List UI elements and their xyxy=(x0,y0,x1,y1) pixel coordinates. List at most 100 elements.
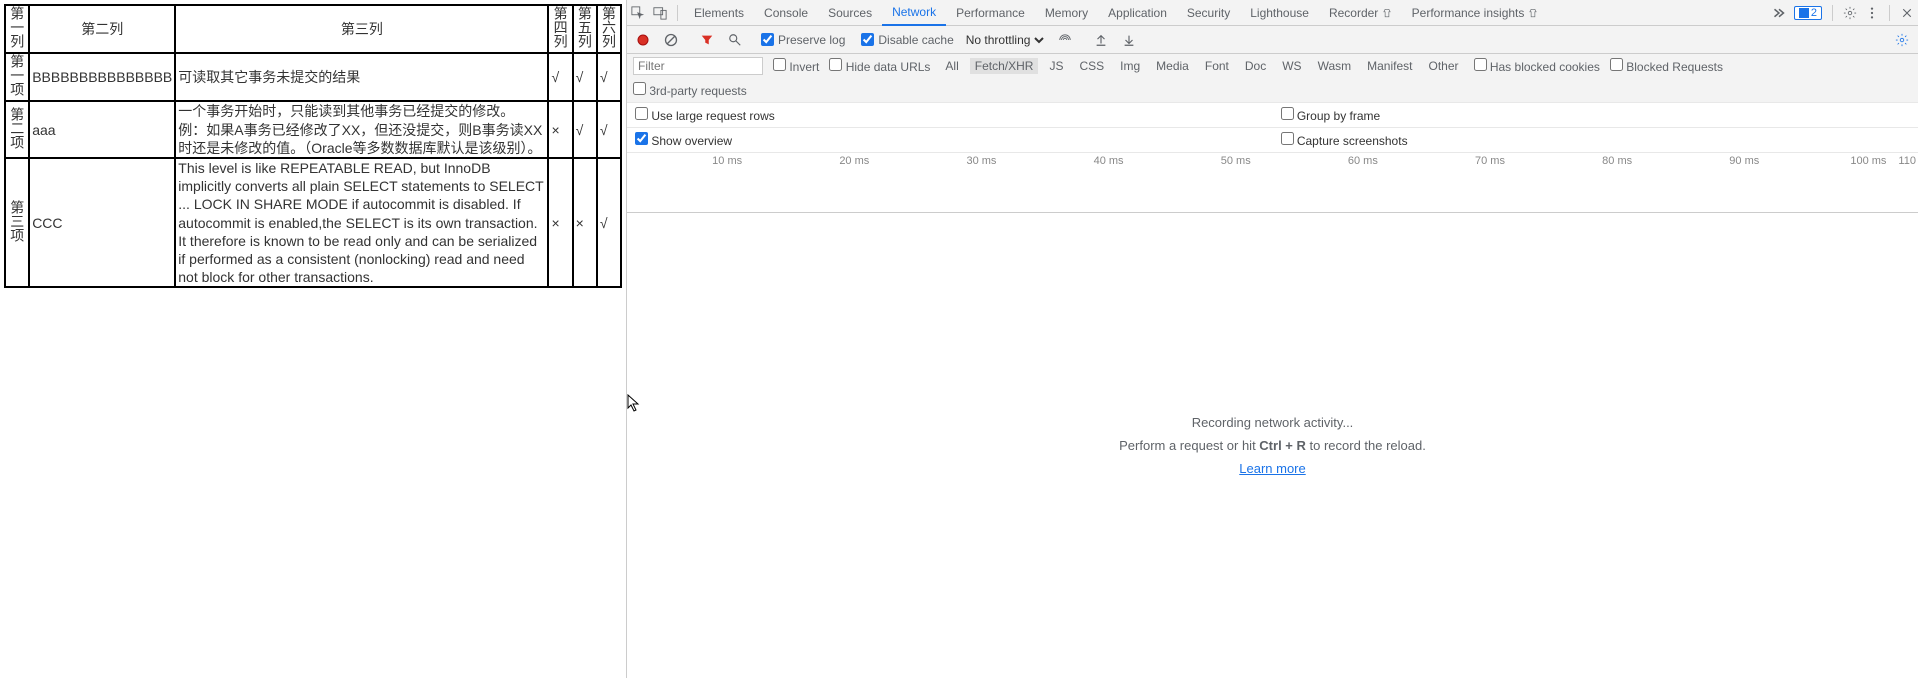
network-options-row-2: Show overview Capture screenshots xyxy=(627,128,1918,153)
chip-manifest[interactable]: Manifest xyxy=(1362,58,1417,74)
chip-js[interactable]: JS xyxy=(1044,58,1068,74)
chip-all[interactable]: All xyxy=(940,58,963,74)
tick: 100 ms xyxy=(1771,155,1898,167)
tab-application[interactable]: Application xyxy=(1098,0,1177,26)
separator xyxy=(1889,5,1890,21)
issues-badge[interactable]: 2 xyxy=(1794,6,1822,20)
invert-checkbox[interactable]: Invert xyxy=(773,58,819,74)
tick: 30 ms xyxy=(881,155,1008,167)
row-label: 第一项 xyxy=(5,53,29,101)
chip-media[interactable]: Media xyxy=(1151,58,1194,74)
group-by-frame-checkbox[interactable]: Group by frame xyxy=(1281,109,1381,123)
import-har-icon[interactable] xyxy=(1091,33,1111,47)
cell: aaa xyxy=(29,101,175,158)
network-toolbar: Preserve log Disable cache No throttling xyxy=(627,26,1918,54)
cell: This level is like REPEATABLE READ, but … xyxy=(175,158,548,287)
show-overview-checkbox[interactable]: Show overview xyxy=(635,134,732,148)
tab-lighthouse[interactable]: Lighthouse xyxy=(1240,0,1319,26)
export-har-icon[interactable] xyxy=(1119,33,1139,47)
chip-wasm[interactable]: Wasm xyxy=(1313,58,1357,74)
tick: 10 ms xyxy=(627,155,754,167)
blocked-requests-checkbox[interactable]: Blocked Requests xyxy=(1610,58,1723,74)
chip-ws[interactable]: WS xyxy=(1277,58,1306,74)
tab-recorder[interactable]: Recorder xyxy=(1319,0,1402,26)
disable-cache-checkbox[interactable]: Disable cache xyxy=(861,33,953,47)
clear-button[interactable] xyxy=(661,33,681,47)
cell: 可读取其它事务未提交的结果 xyxy=(175,53,548,101)
large-rows-checkbox[interactable]: Use large request rows xyxy=(635,109,775,123)
tab-network[interactable]: Network xyxy=(882,0,946,26)
third-party-checkbox[interactable]: 3rd-party requests xyxy=(633,82,747,98)
tab-security[interactable]: Security xyxy=(1177,0,1240,26)
inspect-element-icon[interactable] xyxy=(627,0,649,26)
devtools-toolbar: Elements Console Sources Network Perform… xyxy=(627,0,1918,26)
col5-header: 第五列 xyxy=(573,5,597,53)
cell: √ xyxy=(597,101,621,158)
learn-more-link[interactable]: Learn more xyxy=(1239,461,1305,476)
tick: 90 ms xyxy=(1644,155,1771,167)
tab-memory[interactable]: Memory xyxy=(1035,0,1098,26)
tab-sources[interactable]: Sources xyxy=(818,0,882,26)
tab-performance[interactable]: Performance xyxy=(946,0,1035,26)
chip-fetch-xhr[interactable]: Fetch/XHR xyxy=(970,58,1039,74)
row-label: 第三项 xyxy=(5,158,29,287)
row-label: 第二项 xyxy=(5,101,29,158)
cell: 一个事务开始时，只能读到其他事务已经提交的修改。 例：如果A事务已经修改了XX，… xyxy=(175,101,548,158)
kebab-menu-icon[interactable] xyxy=(1861,0,1883,26)
col3-header: 第三列 xyxy=(175,5,548,53)
col1-header: 第一列 xyxy=(5,5,29,53)
throttling-select[interactable]: No throttling xyxy=(962,32,1047,48)
tick: 20 ms xyxy=(754,155,881,167)
network-filter-bar: Invert Hide data URLs All Fetch/XHR JS C… xyxy=(627,54,1918,103)
network-overview[interactable]: 10 ms 20 ms 30 ms 40 ms 50 ms 60 ms 70 m… xyxy=(627,153,1918,213)
cell: √ xyxy=(573,53,597,101)
chip-img[interactable]: Img xyxy=(1115,58,1145,74)
network-conditions-icon[interactable] xyxy=(1055,33,1075,47)
data-table: 第一列 第二列 第三列 第四列 第五列 第六列 第一项 BBBBBBBBBBBB… xyxy=(4,4,622,288)
separator xyxy=(677,5,678,21)
chip-doc[interactable]: Doc xyxy=(1240,58,1271,74)
cell: √ xyxy=(597,53,621,101)
cell: √ xyxy=(597,158,621,287)
close-icon[interactable] xyxy=(1896,0,1918,26)
col6-header: 第六列 xyxy=(597,5,621,53)
empty-line-1: Recording network activity... xyxy=(1192,415,1354,430)
cell: × xyxy=(573,158,597,287)
cell: √ xyxy=(548,53,572,101)
search-icon[interactable] xyxy=(725,33,745,47)
record-button[interactable] xyxy=(633,33,653,47)
chip-other[interactable]: Other xyxy=(1423,58,1463,74)
tab-console[interactable]: Console xyxy=(754,0,818,26)
hide-data-urls-checkbox[interactable]: Hide data URLs xyxy=(829,58,930,74)
tab-performance-insights[interactable]: Performance insights xyxy=(1402,0,1548,26)
more-tabs-icon[interactable] xyxy=(1768,0,1790,26)
resource-type-chips: All Fetch/XHR JS CSS Img Media Font Doc … xyxy=(940,58,1463,74)
table-row: 第二项 aaa 一个事务开始时，只能读到其他事务已经提交的修改。 例：如果A事务… xyxy=(5,101,621,158)
table-header-row: 第一列 第二列 第三列 第四列 第五列 第六列 xyxy=(5,5,621,53)
table-row: 第三项 CCC This level is like REPEATABLE RE… xyxy=(5,158,621,287)
chip-css[interactable]: CSS xyxy=(1074,58,1109,74)
tab-elements[interactable]: Elements xyxy=(684,0,754,26)
cell: √ xyxy=(573,101,597,158)
cell: CCC xyxy=(29,158,175,287)
network-options-row-1: Use large request rows Group by frame xyxy=(627,103,1918,128)
devtools-tabs: Elements Console Sources Network Perform… xyxy=(684,0,1548,26)
preserve-log-checkbox[interactable]: Preserve log xyxy=(761,33,845,47)
has-blocked-cookies-checkbox[interactable]: Has blocked cookies xyxy=(1474,58,1600,74)
col2-header: 第二列 xyxy=(29,5,175,53)
device-toggle-icon[interactable] xyxy=(649,0,671,26)
network-settings-icon[interactable] xyxy=(1892,33,1912,47)
tick: 70 ms xyxy=(1390,155,1517,167)
col4-header: 第四列 xyxy=(548,5,572,53)
tick: 60 ms xyxy=(1263,155,1390,167)
empty-line-2: Perform a request or hit Ctrl + R to rec… xyxy=(1119,438,1426,453)
capture-screenshots-checkbox[interactable]: Capture screenshots xyxy=(1281,134,1408,148)
filter-toggle-icon[interactable] xyxy=(697,33,717,47)
table-row: 第一项 BBBBBBBBBBBBBBB 可读取其它事务未提交的结果 √ √ √ xyxy=(5,53,621,101)
settings-icon[interactable] xyxy=(1839,0,1861,26)
chip-font[interactable]: Font xyxy=(1200,58,1234,74)
page-content: 第一列 第二列 第三列 第四列 第五列 第六列 第一项 BBBBBBBBBBBB… xyxy=(0,0,627,678)
network-empty-state: Recording network activity... Perform a … xyxy=(627,213,1918,678)
filter-input[interactable] xyxy=(633,57,763,75)
cell: BBBBBBBBBBBBBBB xyxy=(29,53,175,101)
